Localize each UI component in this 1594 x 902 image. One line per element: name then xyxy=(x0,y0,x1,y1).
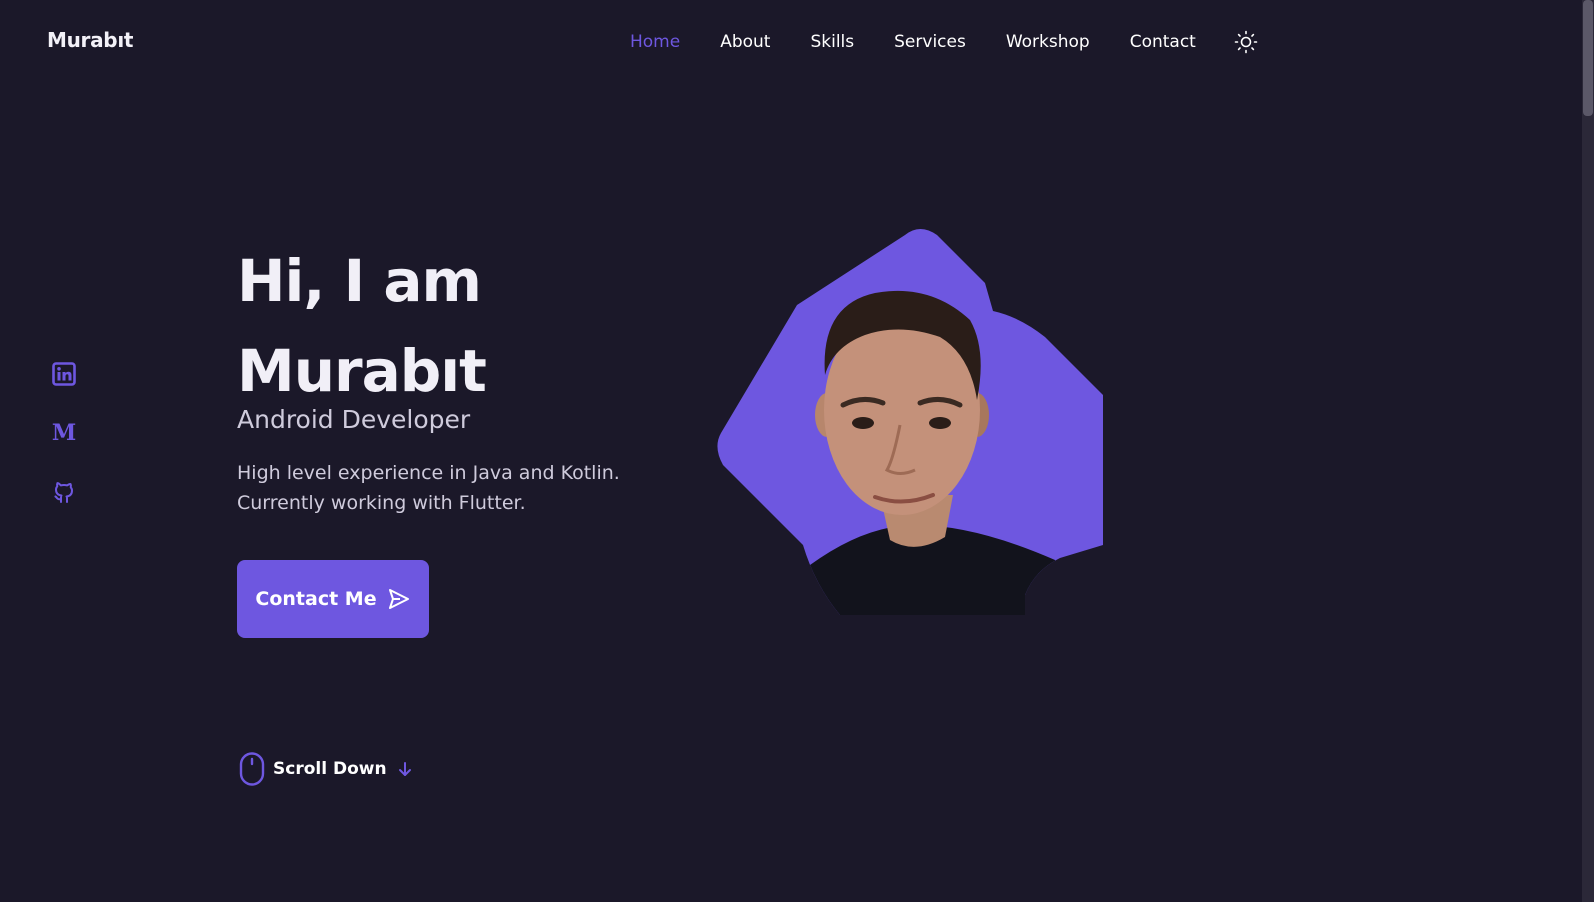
contact-me-label: Contact Me xyxy=(255,588,377,610)
theme-toggle-button[interactable] xyxy=(1234,30,1258,54)
contact-me-button[interactable]: Contact Me xyxy=(237,560,429,638)
nav-item-skills[interactable]: Skills xyxy=(810,32,854,52)
send-icon xyxy=(388,589,409,609)
mouse-icon xyxy=(239,752,265,786)
page: Murabıt Home About Skills Services Works… xyxy=(0,0,1594,902)
hero-profile-image xyxy=(717,229,1103,615)
hero-description-line2: Currently working with Flutter. xyxy=(237,492,526,514)
nav-item-workshop[interactable]: Workshop xyxy=(1006,32,1090,52)
linkedin-link[interactable] xyxy=(52,362,76,386)
nav-item-services[interactable]: Services xyxy=(894,32,966,52)
scrollbar-thumb[interactable] xyxy=(1583,0,1593,116)
hero-description-line1: High level experience in Java and Kotlin… xyxy=(237,462,620,484)
linkedin-icon xyxy=(52,362,76,386)
hero-title: Hi, I am Murabıt xyxy=(237,236,487,416)
nav-item-home[interactable]: Home xyxy=(630,32,680,52)
hero-title-line2: Murabıt xyxy=(237,337,487,405)
scroll-down-link[interactable]: Scroll Down xyxy=(239,752,413,786)
site-logo[interactable]: Murabıt xyxy=(47,28,133,52)
hero-title-line1: Hi, I am xyxy=(237,247,482,315)
hero-description: High level experience in Java and Kotlin… xyxy=(237,458,667,518)
nav-item-about[interactable]: About xyxy=(720,32,770,52)
main-nav: Home About Skills Services Workshop Cont… xyxy=(630,30,1236,54)
medium-link[interactable]: M xyxy=(52,420,76,446)
svg-text:M: M xyxy=(52,420,76,444)
sun-icon xyxy=(1234,30,1258,54)
arrow-down-icon xyxy=(398,762,411,776)
page-scrollbar[interactable] xyxy=(1582,0,1594,902)
github-icon xyxy=(54,482,73,503)
nav-item-contact[interactable]: Contact xyxy=(1130,32,1196,52)
scroll-down-label: Scroll Down xyxy=(273,759,387,779)
hero-subtitle: Android Developer xyxy=(237,405,471,434)
medium-icon: M xyxy=(52,420,76,446)
github-link[interactable] xyxy=(52,480,76,504)
